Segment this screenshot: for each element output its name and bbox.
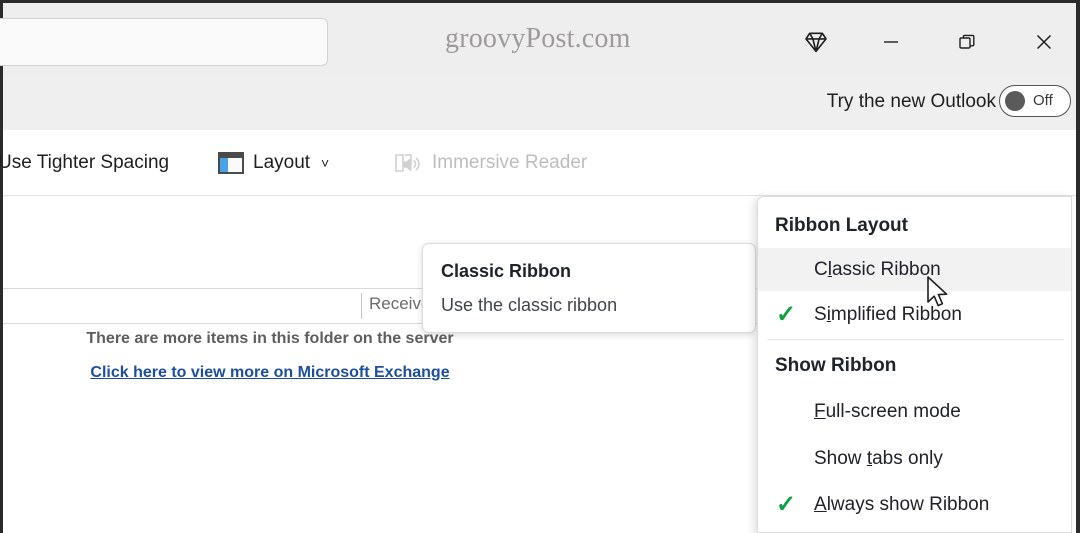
menu-item-simplified-ribbon[interactable]: ✓ Simplified Ribbon: [758, 293, 1071, 336]
search-input[interactable]: [0, 18, 328, 66]
column-divider: [361, 293, 362, 319]
new-outlook-bar: Try the new Outlook Off: [3, 78, 1076, 130]
layout-icon: [218, 152, 244, 174]
outlook-window: groovyPost.com Try the new Outlook Off U…: [0, 0, 1080, 533]
menu-header-show-ribbon: Show Ribbon: [775, 355, 897, 376]
menu-item-always-show-ribbon[interactable]: ✓ Always show Ribbon: [758, 483, 1071, 526]
new-outlook-toggle[interactable]: Off: [999, 85, 1071, 117]
menu-header-ribbon-layout: Ribbon Layout: [775, 215, 908, 236]
immersive-reader-label: Immersive Reader: [432, 152, 588, 173]
menu-item-full-screen-mode[interactable]: Full-screen mode: [758, 390, 1071, 433]
menu-item-label: Show tabs only: [814, 447, 943, 469]
use-tighter-spacing-button[interactable]: Use Tighter Spacing: [0, 146, 169, 180]
check-icon: ✓: [775, 301, 797, 328]
diamond-icon[interactable]: [793, 19, 839, 65]
minimize-button[interactable]: [868, 19, 914, 65]
menu-item-label: Always show Ribbon: [814, 493, 990, 515]
menu-item-label: Classic Ribbon: [814, 258, 941, 280]
chevron-down-icon: ˅: [321, 155, 330, 171]
layout-button[interactable]: Layout ˅: [218, 146, 329, 180]
new-outlook-label: Try the new Outlook: [826, 91, 996, 112]
menu-separator: [767, 339, 1064, 340]
watermark-text: groovyPost.com: [445, 23, 631, 54]
immersive-reader-button[interactable]: Immersive Reader: [393, 146, 587, 180]
tooltip-description: Use the classic ribbon: [441, 295, 618, 315]
use-tighter-spacing-label: Use Tighter Spacing: [0, 152, 170, 173]
layout-label: Layout: [253, 152, 311, 173]
restore-button[interactable]: [944, 19, 990, 65]
classic-ribbon-tooltip: Classic Ribbon Use the classic ribbon: [422, 243, 756, 333]
ribbon-display-options-menu: Ribbon Layout Classic Ribbon ✓ Simplifie…: [757, 196, 1072, 533]
menu-item-classic-ribbon[interactable]: Classic Ribbon: [758, 248, 1071, 291]
check-icon: ✓: [775, 491, 797, 518]
menu-item-label: Simplified Ribbon: [814, 303, 962, 325]
view-more-exchange-link[interactable]: Click here to view more on Microsoft Exc…: [3, 364, 537, 382]
menu-item-label: Full-screen mode: [814, 400, 961, 422]
window-right-border: [1076, 0, 1080, 533]
tooltip-title: Classic Ribbon: [441, 261, 572, 281]
immersive-reader-icon: [393, 150, 423, 176]
toggle-state-label: Off: [1033, 92, 1053, 109]
toggle-knob: [1005, 91, 1025, 111]
ribbon-command-bar: Use Tighter Spacing Layout ˅ Immersive R…: [0, 130, 1076, 325]
close-button[interactable]: [1021, 19, 1067, 65]
title-bar: groovyPost.com: [0, 3, 1076, 78]
menu-item-show-tabs-only[interactable]: Show tabs only: [758, 437, 1071, 480]
